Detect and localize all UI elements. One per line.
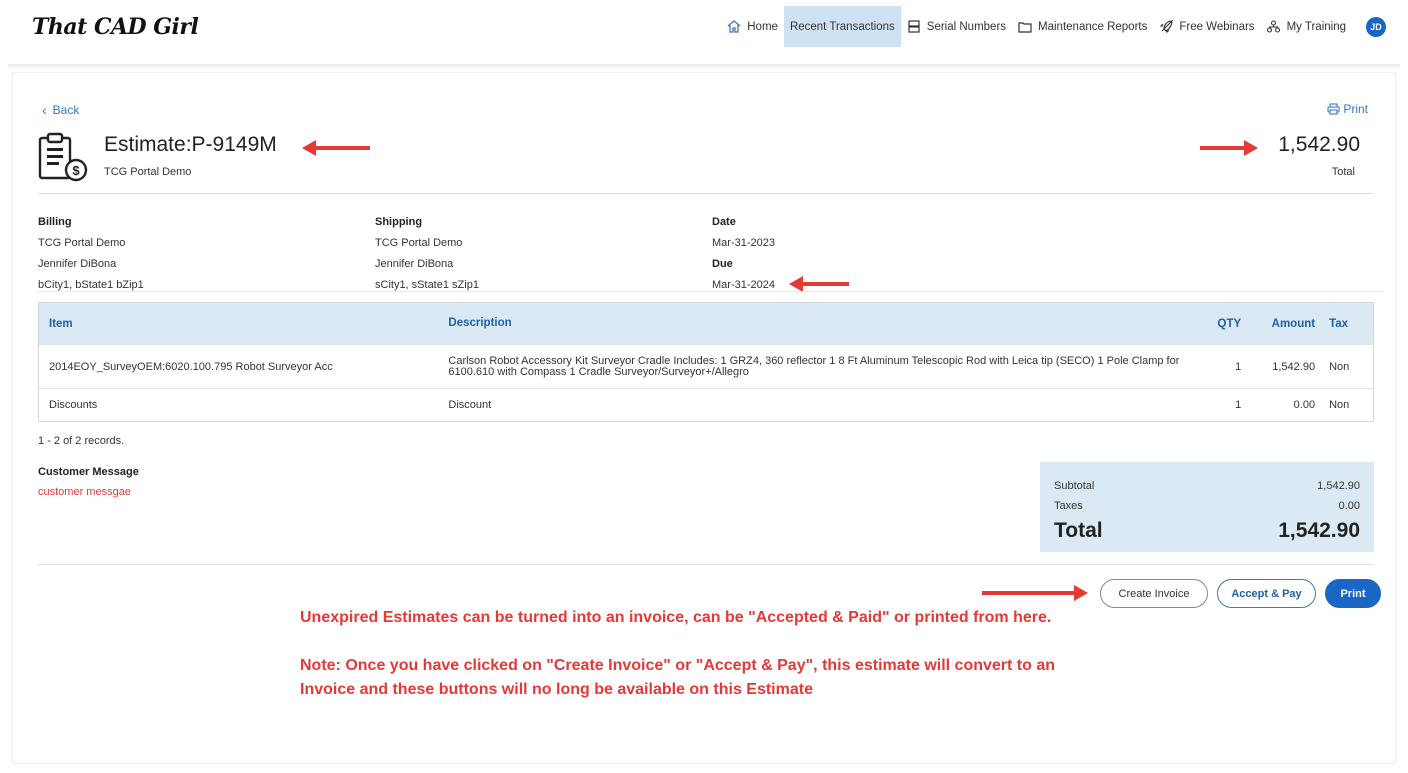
cell-qty: 1 [1235,360,1242,373]
annotation-note: Unexpired Estimates can be turned into a… [300,606,1100,726]
date-heading: Date [712,216,736,228]
due-heading: Due [712,258,733,270]
column-header-description[interactable]: Description [448,317,1199,329]
shipping-line: TCG Portal Demo [375,237,463,249]
column-header-qty[interactable]: QTY [1199,318,1242,330]
nav-my-training[interactable]: My Training [1261,6,1352,47]
billing-line: Jennifer DiBona [38,258,117,270]
cell-description: Discount [448,398,492,411]
cell-item: Discounts [49,399,98,411]
billing-heading: Billing [38,216,72,228]
cell-description: Carlson Robot Accessory Kit Surveyor Cra… [448,354,1180,378]
annotation-arrow-title [302,140,370,156]
home-icon [727,20,741,34]
table-row[interactable]: 2014EOY_SurveyOEM:6020.100.795 Robot Sur… [39,344,1373,388]
shipping-line: Jennifer DiBona [375,258,454,270]
address-divider [38,291,1384,292]
shipping-block: Shipping TCG Portal Demo Jennifer DiBona… [375,212,479,296]
grand-total-value: 1,542.90 [1278,519,1360,542]
column-header-amount[interactable]: Amount [1241,318,1315,330]
nav-home[interactable]: Home [721,6,784,47]
nav-maintenance-reports[interactable]: Maintenance Reports [1012,6,1153,47]
chevron-left-icon: ‹ [42,102,47,118]
nav-free-webinars-label: Free Webinars [1179,20,1255,33]
nav-home-label: Home [747,20,778,33]
folder-icon [1018,20,1032,34]
estimate-total-label: Total [1331,166,1355,178]
sitemap-icon [1267,20,1281,34]
annotation-arrow-due [789,276,849,292]
grand-total-label: Total [1054,519,1103,542]
accept-and-pay-button[interactable]: Accept & Pay [1217,579,1316,608]
footer-divider [38,564,1374,565]
taxes-value: 0.00 [1338,500,1360,512]
shipping-line: sCity1, sState1 sZip1 [375,279,479,291]
records-count: 1 - 2 of 2 records. [38,435,125,447]
customer-message-text: customer messgae [38,486,131,498]
cell-tax: Non [1329,399,1350,411]
cell-item: 2014EOY_SurveyOEM:6020.100.795 Robot Sur… [49,360,333,373]
annotation-line-2: Note: Once you have clicked on "Create I… [300,657,1056,698]
shipping-heading: Shipping [375,216,423,228]
line-items-table: Item Description QTY Amount Tax 2014EOY_… [38,302,1374,422]
estimate-title: Estimate:P-9149M [104,133,277,156]
table-header-row: Item Description QTY Amount Tax [39,303,1373,344]
subtotal-row: Subtotal 1,542.90 [1054,480,1360,492]
cell-qty: 1 [1235,399,1242,411]
nav-recent-transactions-label: Recent Transactions [789,20,895,33]
header-divider [38,193,1374,194]
estimate-clipboard-icon: $ [38,132,92,187]
totals-summary: Subtotal 1,542.90 Taxes 0.00 Total 1,542… [1040,462,1374,552]
server-icon [907,20,921,34]
estimate-total: 1,542.90 [1278,133,1360,156]
table-row[interactable]: Discounts Discount 1 0.00 Non [39,388,1373,421]
estimate-date: Mar-31-2023 [712,237,775,249]
annotation-arrow-total [1200,140,1258,156]
annotation-line-1: Unexpired Estimates can be turned into a… [300,609,1052,626]
back-link[interactable]: ‹ Back [42,102,79,118]
print-button[interactable]: Print [1325,579,1381,608]
column-header-item[interactable]: Item [39,318,448,330]
annotation-arrow-create-invoice [982,585,1088,601]
rocket-icon [1159,20,1173,34]
nav-serial-numbers-label: Serial Numbers [926,20,1007,33]
estimate-customer: TCG Portal Demo [104,166,192,178]
main-nav: Home Recent Transactions Serial Numbers … [721,6,1386,47]
billing-block: Billing TCG Portal Demo Jennifer DiBona … [38,212,144,296]
due-date: Mar-31-2024 [712,279,775,291]
nav-serial-numbers[interactable]: Serial Numbers [901,6,1012,47]
back-label: Back [52,103,80,117]
billing-line: TCG Portal Demo [38,237,126,249]
column-header-tax[interactable]: Tax [1315,318,1373,330]
cell-amount: 1,542.90 [1272,360,1316,373]
top-navigation-bar: That CAD Girl Home Recent Transactions S… [0,0,1408,58]
printer-icon [1327,103,1340,115]
create-invoice-button[interactable]: Create Invoice [1100,579,1208,608]
taxes-row: Taxes 0.00 [1054,500,1360,512]
nav-maintenance-reports-label: Maintenance Reports [1038,20,1148,33]
brand-logo[interactable]: That CAD Girl [32,14,199,40]
user-avatar[interactable]: JD [1366,16,1386,37]
print-link-label: Print [1343,102,1368,116]
print-link[interactable]: Print [1327,102,1368,116]
taxes-label: Taxes [1054,500,1083,512]
billing-line: bCity1, bState1 bZip1 [38,279,144,291]
nav-my-training-label: My Training [1286,20,1346,33]
nav-recent-transactions[interactable]: Recent Transactions [783,6,901,47]
nav-free-webinars[interactable]: Free Webinars [1153,6,1260,47]
grand-total-row: Total 1,542.90 [1054,519,1360,543]
dates-block: Date Mar-31-2023 Due Mar-31-2024 [712,212,775,296]
subtotal-value: 1,542.90 [1317,480,1360,492]
header-shadow [8,64,1400,70]
svg-text:$: $ [72,163,80,178]
customer-message-heading: Customer Message [38,466,139,478]
cell-tax: Non [1329,360,1350,373]
subtotal-label: Subtotal [1054,480,1095,492]
cell-amount: 0.00 [1293,399,1316,411]
